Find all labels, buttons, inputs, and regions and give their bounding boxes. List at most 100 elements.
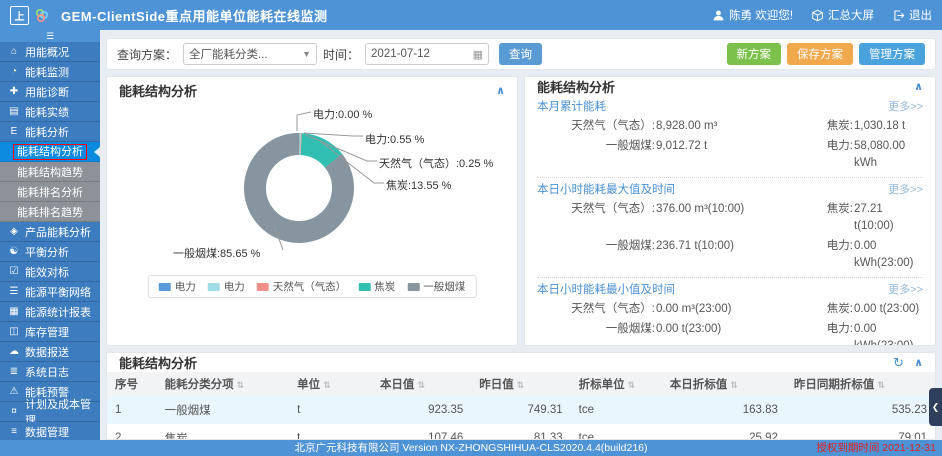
table-cell: 1 <box>107 396 157 424</box>
table-cell: 163.83 <box>662 396 786 424</box>
sidebar-item-label: 能耗分析 <box>25 124 69 140</box>
stats-grid: 天然气（气态）:8,928.00 m³焦炭:1,030.18 t一般烟煤:9,0… <box>537 118 923 172</box>
search-button[interactable]: 查询 <box>499 43 542 65</box>
sidebar-item-label: 能耗监测 <box>25 64 69 80</box>
table-column-header[interactable]: 本日折标值⇅ <box>662 372 786 396</box>
stats-section: 本日小时能耗最大值及时间更多>>天然气（气态）:376.00 m³(10:00)… <box>537 181 923 272</box>
sidebar-item-structure-analysis[interactable]: 能耗结构分析 <box>0 142 100 162</box>
calendar-icon: ▦ <box>473 48 483 61</box>
legend-swatch <box>159 283 171 291</box>
query-plan-label: 查询方案： <box>117 46 177 63</box>
collapse-chevron-icon[interactable]: ∧ <box>914 80 923 93</box>
spreadsheet-icon: ▦ <box>7 306 21 317</box>
sidebar-item-data-management[interactable]: ≡数据管理 <box>0 422 100 440</box>
table-cell: 107.46 <box>372 424 471 440</box>
chevron-left-icon: ❮ <box>932 402 940 413</box>
collapse-chevron-icon[interactable]: ∧ <box>914 356 923 369</box>
sidebar-item-data-submission[interactable]: ☁数据报送 <box>0 342 100 362</box>
stats-section-head: 本日小时能耗最大值及时间 更多>> <box>537 181 923 197</box>
legend-swatch <box>208 283 220 291</box>
sidebar-item-ranking-trend[interactable]: 能耗排名趋势 <box>0 202 100 222</box>
stat-item: 电力:0.00 kWh(23:00) <box>809 238 923 272</box>
query-plan-select[interactable]: 全厂能耗分类... ▼ <box>183 43 317 65</box>
table-column-header[interactable]: 折标单位⇅ <box>571 372 662 396</box>
collapse-chevron-icon[interactable]: ∧ <box>496 84 505 97</box>
table-column-header[interactable]: 单位⇅ <box>289 372 372 396</box>
stats-section-title-link[interactable]: 本月累计能耗 <box>537 98 606 114</box>
logo-glyph-box: 上 <box>10 6 29 25</box>
sidebar-item-energy-overview[interactable]: ⌂ 用能概况 <box>0 42 100 62</box>
sidebar-item-energy-diagnosis[interactable]: ✚用能诊断 <box>0 82 100 102</box>
sidebar-item-system-log[interactable]: ≣系统日志 <box>0 362 100 382</box>
home-icon: ⌂ <box>7 46 21 57</box>
table-column-header[interactable]: 昨日值⇅ <box>471 372 570 396</box>
legend-item[interactable]: 焦炭 <box>358 279 395 294</box>
stat-item-value: 0.00 t(23:00) <box>854 301 919 318</box>
money-icon: ¤ <box>7 406 21 417</box>
sidebar-collapse-toggle[interactable]: ☰ <box>0 30 100 42</box>
sidebar: ☰ ⌂用能概况◔能耗监测✚用能诊断▤能耗实绩E能耗分析能耗结构分析能耗结构趋势能… <box>0 30 100 440</box>
cloud-upload-icon: ☁ <box>7 346 21 357</box>
sidebar-item-energy-actual[interactable]: ▤能耗实绩 <box>0 102 100 122</box>
sidebar-item-energy-statistics-report[interactable]: ▦能源统计报表 <box>0 302 100 322</box>
user-icon <box>712 9 725 22</box>
save-plan-button[interactable]: 保存方案 <box>787 43 853 65</box>
column-label: 本日值 <box>380 379 415 391</box>
refresh-icon[interactable]: ↻ <box>893 355 904 371</box>
manage-plan-button[interactable]: 管理方案 <box>859 43 925 65</box>
sidebar-item-structure-trend[interactable]: 能耗结构趋势 <box>0 162 100 182</box>
chevron-down-icon: ▼ <box>302 49 311 59</box>
legend-item[interactable]: 电力 <box>208 279 245 294</box>
sidebar-item-energy-monitoring[interactable]: ◔能耗监测 <box>0 62 100 82</box>
table-column-header[interactable]: 本日值⇅ <box>372 372 471 396</box>
donut-chart-svg <box>107 103 519 347</box>
side-panel-collapse-tab[interactable]: ❮ <box>929 388 942 426</box>
sidebar-item-energy-balance-network[interactable]: ☰能源平衡网络 <box>0 282 100 302</box>
legend-item[interactable]: 一般烟煤 <box>407 279 465 294</box>
table-column-header[interactable]: 昨日同期折标值⇅ <box>786 372 935 396</box>
table-panel-title: 能耗结构分析 <box>119 353 197 372</box>
more-link[interactable]: 更多>> <box>888 181 923 197</box>
sidebar-item-balance-analysis[interactable]: ☯平衡分析 <box>0 242 100 262</box>
legend-item[interactable]: 天然气（气态） <box>257 279 347 294</box>
date-input[interactable]: 2021-07-12 ▦ <box>365 43 489 65</box>
sort-icon[interactable]: ⇅ <box>877 380 885 390</box>
column-label: 昨日值 <box>479 379 514 391</box>
more-link[interactable]: 更多>> <box>888 281 923 297</box>
legend-item[interactable]: 电力 <box>159 279 196 294</box>
sidebar-item-energy-analysis[interactable]: E能耗分析 <box>0 122 100 142</box>
sidebar-item-label: 能耗结构趋势 <box>17 164 83 180</box>
sidebar-item-label: 用能概况 <box>25 44 69 60</box>
sidebar-item-label: 能耗结构分析 <box>13 144 87 160</box>
sidebar-item-ranking-analysis[interactable]: 能耗排名分析 <box>0 182 100 202</box>
sort-icon[interactable]: ⇅ <box>417 380 425 390</box>
stat-item-label: 天然气（气态）: <box>537 201 655 235</box>
sidebar-item-efficiency-benchmark[interactable]: ☑能效对标 <box>0 262 100 282</box>
chart-label-natural-gas: 天然气（气态）:0.25 % <box>379 155 493 171</box>
user-menu[interactable]: 陈勇 欢迎您! <box>712 7 793 23</box>
sort-icon[interactable]: ⇅ <box>628 380 636 390</box>
chart-label-electric-0: 电力:0.00 % <box>313 106 372 122</box>
stat-item-value: 27.21 t(10:00) <box>854 201 923 235</box>
coins-icon: ◈ <box>7 226 21 237</box>
table-column-header[interactable]: 能耗分类分项⇅ <box>157 372 289 396</box>
logout-link[interactable]: 退出 <box>892 7 932 23</box>
new-plan-button[interactable]: 新方案 <box>727 43 782 65</box>
sidebar-item-inventory-management[interactable]: ◫库存管理 <box>0 322 100 342</box>
sidebar-item-plan-cost-management[interactable]: ¤计划及成本管理 <box>0 402 100 422</box>
sort-icon[interactable]: ⇅ <box>730 380 738 390</box>
stats-section-head: 本月累计能耗 更多>> <box>537 98 923 114</box>
stats-section-title-link[interactable]: 本日小时能耗最小值及时间 <box>537 281 675 297</box>
dashboard-link[interactable]: 汇总大屏 <box>811 7 874 23</box>
stat-item: 一般烟煤:9,012.72 t <box>537 138 809 172</box>
more-link[interactable]: 更多>> <box>888 98 923 114</box>
sort-icon[interactable]: ⇅ <box>323 380 331 390</box>
sort-icon[interactable]: ⇅ <box>517 380 525 390</box>
sidebar-item-product-energy-analysis[interactable]: ◈产品能耗分析 <box>0 222 100 242</box>
legend-swatch <box>407 283 419 291</box>
stats-section-title-link[interactable]: 本日小时能耗最大值及时间 <box>537 181 675 197</box>
sort-icon[interactable]: ⇅ <box>237 380 245 390</box>
donut-segment-一般烟煤 <box>237 126 361 250</box>
stat-item-label: 一般烟煤: <box>537 138 655 172</box>
sidebar-item-label: 能源平衡网络 <box>25 284 91 300</box>
